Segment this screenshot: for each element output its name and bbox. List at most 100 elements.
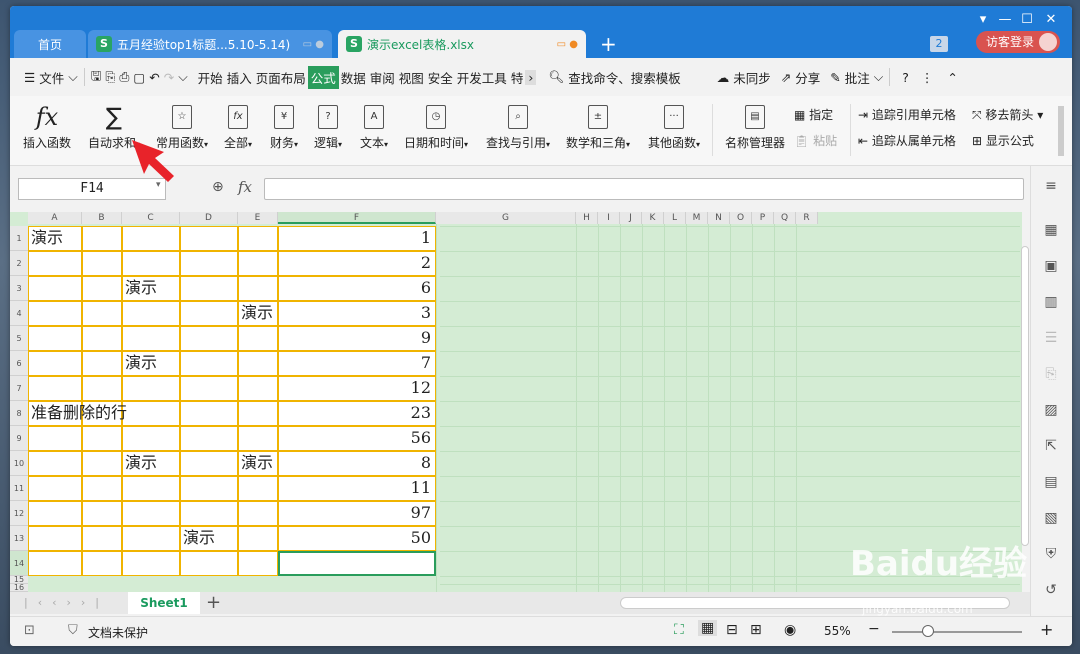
menu-formula[interactable]: 公式 (307, 65, 339, 89)
cell-F12[interactable]: 97 (278, 501, 436, 526)
cell-C14[interactable] (122, 551, 180, 576)
cloud-icon[interactable]: ☁ (715, 70, 732, 85)
cell-C3[interactable]: 演示 (122, 276, 180, 301)
row-header[interactable]: 9 (10, 426, 28, 451)
all-functions-button[interactable]: fx 全部▾ (220, 104, 256, 151)
math-button[interactable]: ± 数学和三角▾ (562, 104, 634, 151)
page-break-icon[interactable]: ⊟ (726, 622, 738, 638)
column-header[interactable]: R (796, 212, 818, 224)
format-icon[interactable]: ⎘ (1041, 366, 1061, 384)
cell-B9[interactable] (82, 426, 122, 451)
row-header[interactable]: 13 (10, 526, 28, 551)
cell-B1[interactable] (82, 226, 122, 251)
cell-E10[interactable]: 演示 (238, 451, 278, 476)
cell-B5[interactable] (82, 326, 122, 351)
cell-E3[interactable] (238, 276, 278, 301)
cell-C2[interactable] (122, 251, 180, 276)
zoom-slider-handle[interactable] (922, 625, 934, 637)
cell-F6[interactable]: 7 (278, 351, 436, 376)
cell-F5[interactable]: 9 (278, 326, 436, 351)
undo-icon[interactable]: ↶ (147, 70, 161, 85)
row-header[interactable]: 11 (10, 476, 28, 501)
cell-A5[interactable] (28, 326, 82, 351)
cell-E11[interactable] (238, 476, 278, 501)
datetime-button[interactable]: ◷ 日期和时间▾ (400, 104, 472, 151)
normal-view-icon[interactable]: ▦ (698, 620, 718, 636)
spreadsheet-grid[interactable]: 50 97 11 8 56 23 12 7 9 3 6 2 1 A B C D E F G H I J K L M N O P Q R 1 2 3… (10, 212, 1022, 592)
menu-layout[interactable]: 页面布局 (254, 68, 308, 87)
cell-E1[interactable] (238, 226, 278, 251)
settings-icon[interactable]: ☰ (1041, 330, 1061, 348)
cell-D1[interactable] (180, 226, 238, 251)
cell-D9[interactable] (180, 426, 238, 451)
login-button[interactable]: 访客登录 (976, 31, 1060, 53)
row-header[interactable]: 6 (10, 351, 28, 376)
vertical-scrollbar[interactable] (1021, 246, 1029, 546)
history-icon[interactable]: ↺ (1041, 582, 1061, 600)
menu-scroll-right-icon[interactable]: › (525, 69, 537, 85)
cell-F7[interactable]: 12 (278, 376, 436, 401)
cell-B3[interactable] (82, 276, 122, 301)
column-header[interactable]: M (686, 212, 708, 224)
cell-D3[interactable] (180, 276, 238, 301)
row-header[interactable]: 8 (10, 401, 28, 426)
cell-D4[interactable] (180, 301, 238, 326)
row-header[interactable]: 5 (10, 326, 28, 351)
cell-C4[interactable] (122, 301, 180, 326)
column-header[interactable]: F (278, 212, 436, 224)
text-button[interactable]: A 文本▾ (356, 104, 392, 151)
column-header[interactable]: O (730, 212, 752, 224)
share-icon[interactable]: ⇗ (779, 70, 793, 85)
cell-B7[interactable] (82, 376, 122, 401)
cell-A2[interactable] (28, 251, 82, 276)
cell-C9[interactable] (122, 426, 180, 451)
redo-icon[interactable]: ↷ (162, 70, 176, 85)
cell-A3[interactable] (28, 276, 82, 301)
cell-C6[interactable]: 演示 (122, 351, 180, 376)
share-button[interactable]: 分享 (793, 68, 822, 87)
cell-B6[interactable] (82, 351, 122, 376)
cell-A6[interactable] (28, 351, 82, 376)
cell-C1[interactable] (122, 226, 180, 251)
cell-E2[interactable] (238, 251, 278, 276)
cell-C8[interactable] (122, 401, 180, 426)
maximize-button[interactable]: ☐ (1016, 12, 1038, 27)
cell-D2[interactable] (180, 251, 238, 276)
zoom-out-button[interactable]: − (868, 621, 880, 637)
more-icon[interactable]: ⋮ (919, 70, 936, 85)
pin-icon[interactable]: ▾ (972, 12, 994, 27)
cell-F2[interactable]: 2 (278, 251, 436, 276)
column-header[interactable]: I (598, 212, 620, 224)
menu-security[interactable]: 安全 (426, 68, 455, 87)
cell-A4[interactable] (28, 301, 82, 326)
comment-button[interactable]: 批注 (843, 68, 872, 87)
cell-F13[interactable]: 50 (278, 526, 436, 551)
cell-E8[interactable] (238, 401, 278, 426)
menu-review[interactable]: 审阅 (368, 68, 397, 87)
zoom-in-button[interactable]: + (1040, 620, 1053, 639)
cell-E9[interactable] (238, 426, 278, 451)
menu-file[interactable]: 文件 (37, 68, 66, 87)
column-header[interactable]: G (436, 212, 576, 224)
cell-E14[interactable] (238, 551, 278, 576)
cell-F14[interactable] (278, 551, 436, 576)
cell-B2[interactable] (82, 251, 122, 276)
cell-C10[interactable]: 演示 (122, 451, 180, 476)
chevron-down-icon[interactable]: ⌵ (872, 69, 885, 85)
cell-C12[interactable] (122, 501, 180, 526)
cell-B4[interactable] (82, 301, 122, 326)
cell-C11[interactable] (122, 476, 180, 501)
cell-A9[interactable] (28, 426, 82, 451)
column-header[interactable]: K (642, 212, 664, 224)
column-header[interactable]: H (576, 212, 598, 224)
save-icon[interactable]: 🖫 (89, 67, 104, 88)
cell-D11[interactable] (180, 476, 238, 501)
cell-E7[interactable] (238, 376, 278, 401)
cell-F4[interactable]: 3 (278, 301, 436, 326)
row-header[interactable]: 14 (10, 551, 28, 576)
shield-icon[interactable]: ⛨ (1041, 546, 1061, 564)
insert-function-button[interactable]: fx 插入函数 (22, 103, 72, 151)
cell-B12[interactable] (82, 501, 122, 526)
cell-C13[interactable] (122, 526, 180, 551)
hamburger-icon[interactable]: ☰ (22, 70, 37, 85)
